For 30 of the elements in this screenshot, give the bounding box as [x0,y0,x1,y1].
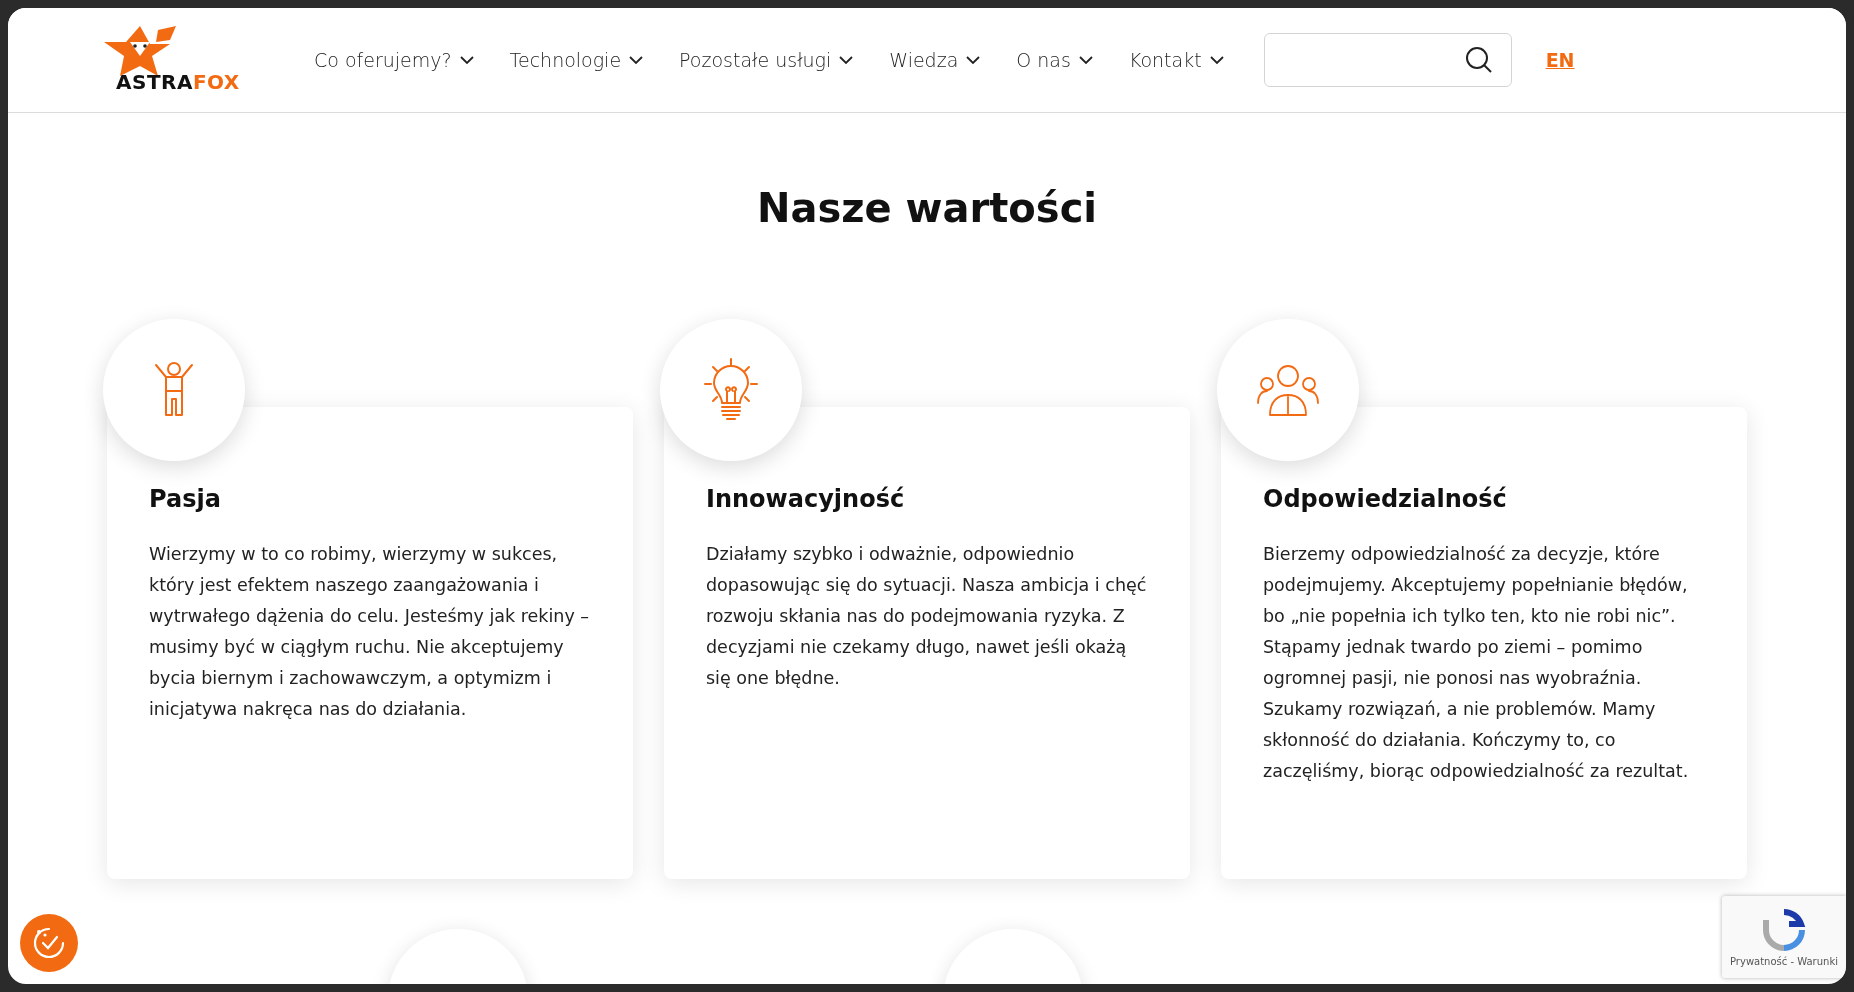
nav-menu-item[interactable]: O nas [1016,49,1093,71]
card-title: Pasja [149,485,222,513]
section-title: Nasze wartości [755,185,1099,231]
recaptcha-badge[interactable]: Prywatność - Warunki [1722,896,1846,978]
recaptcha-caption: Prywatność - Warunki [1730,955,1838,967]
search-field[interactable] [1263,33,1512,87]
nav-menu-item[interactable]: Wiedza [889,49,981,71]
card-text: Działamy szybko i odważnie, odpowiednio dopasowując się do sytuacji. Nasza ambicja i chęć rozwoju skłania nas do podejmowania ryzyka. Z decyzjami nie czekamy długo, nawet jeśli okażą się one błędne. [706,543,1148,690]
card-text: Wierzymy w to co robimy, wierzymy w sukces, który jest efektem naszego zaangażowania i wytrwałego dążenia do celu. Jesteśmy jak rekiny – musimy być w ciągłym ruchu. Nie akceptujemy bycia biernym i zachowawczym, a optymizm i inicjatywa nakręca nas do działania. [149,543,591,721]
people-group-icon [1256,363,1320,417]
card-title: Odpowiedzialność [1263,485,1508,513]
nav-menu-item[interactable]: Technologie [509,49,644,71]
card-title: Innowacyjność [706,485,906,513]
chevron-down-icon [459,55,474,65]
nav-menu-item[interactable]: Pozostałe usługi [679,49,854,71]
card-text: Bierzemy odpowiedzialność za decyzje, które podejmujemy. Akceptujemy popełnianie błędów, bo „nie popełnia ich tylko ten, kto nie robi nic”. Stąpamy jednak twardo po ziemi – pomimo ogromnej pasji, nie ponosi nas wyobraźnia. Szukamy rozwiązań, a nie problemów. Mamy skłonność do działania. Kończymy to, co zaczęliśmy, biorąc odpowiedzialność za rezultat. [1263,543,1690,783]
logo-wordmark[interactable]: ASTRAFOX [116,70,240,94]
chevron-down-icon [629,55,644,65]
chevron-down-icon [1078,55,1093,65]
light-bulb-icon [703,357,759,423]
chevron-down-icon [839,55,854,65]
check-badge-icon [32,926,66,960]
search-icon[interactable] [1464,46,1493,74]
chevron-down-icon [1209,55,1224,65]
nav-menu-item[interactable]: Co oferujemy? [314,49,474,71]
person-arms-raised-icon [152,361,196,419]
nav-menu-item[interactable]: Kontakt [1128,49,1224,71]
chevron-down-icon [966,55,981,65]
cookie-settings-button[interactable] [20,914,78,972]
recaptcha-arrows-icon [1762,907,1806,952]
